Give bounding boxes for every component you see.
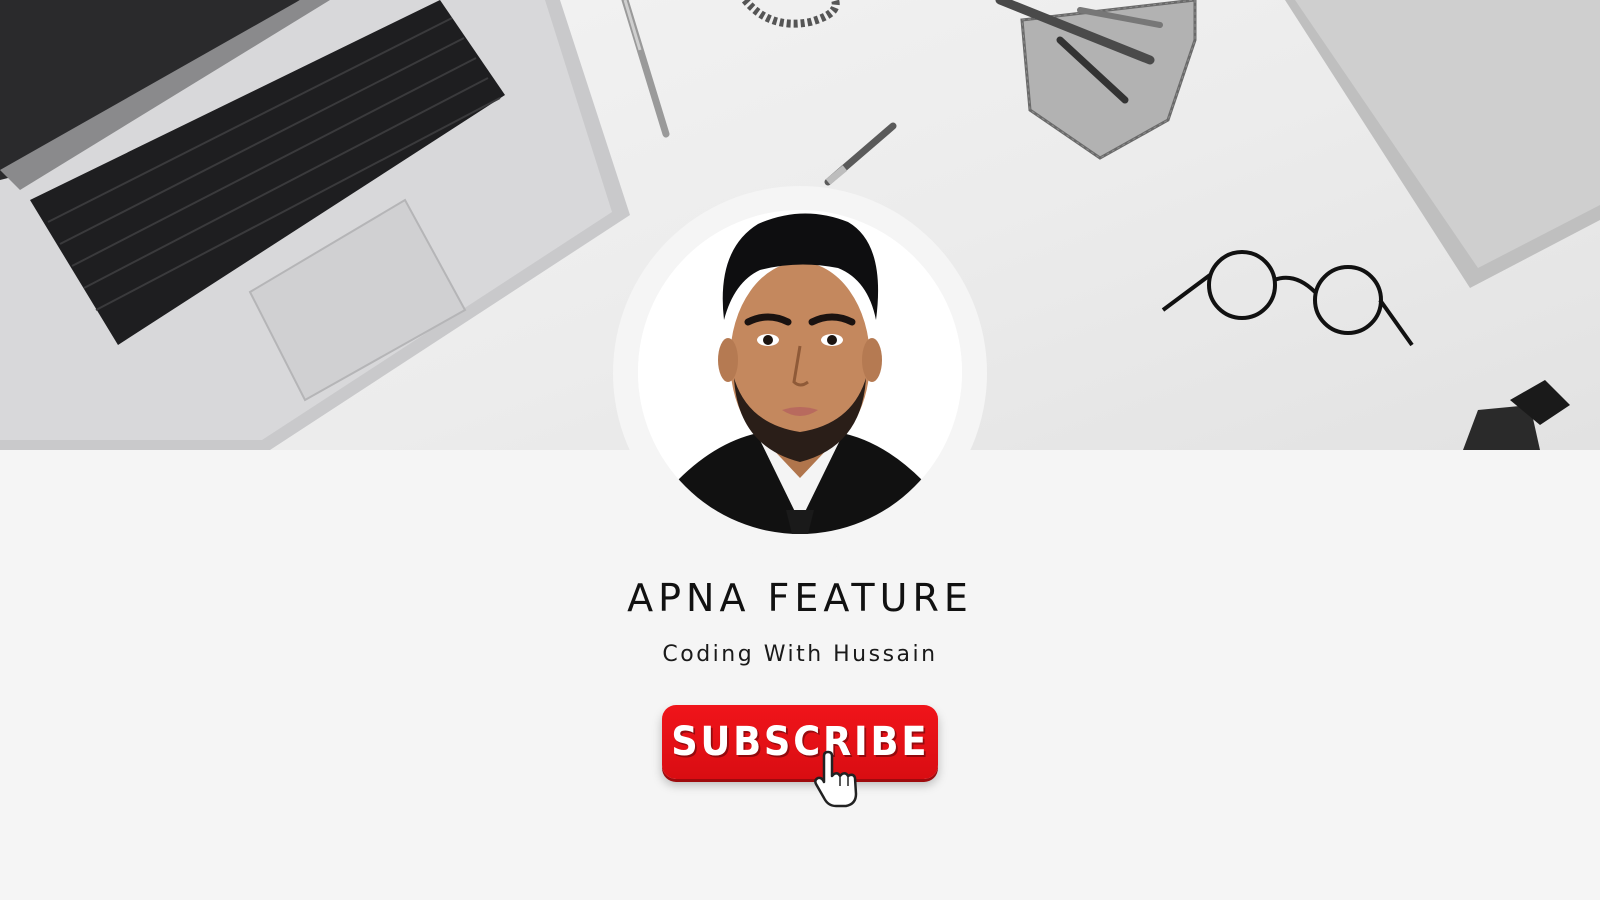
laptop-icon [0, 0, 630, 450]
channel-subtitle: Coding With Hussain [662, 642, 938, 667]
subscribe-button[interactable]: SUBSCRIBE [662, 705, 938, 779]
glasses-icon [1161, 250, 1414, 347]
subscribe-label: SUBSCRIBE [670, 719, 930, 765]
channel-banner-page: APNA FEATURE Coding With Hussain SUBSCRI… [0, 0, 1600, 900]
notebook-icon [1285, 0, 1600, 288]
profile-photo [638, 210, 962, 534]
pen-icon [824, 122, 897, 186]
channel-name: APNA FEATURE [627, 576, 973, 620]
hand-pointer-icon [814, 750, 858, 808]
cable-icon [741, 0, 840, 28]
watch-icon [1463, 380, 1570, 450]
pen-icon [621, 0, 670, 138]
pen-holder-icon [995, 0, 1197, 160]
avatar [638, 210, 962, 534]
